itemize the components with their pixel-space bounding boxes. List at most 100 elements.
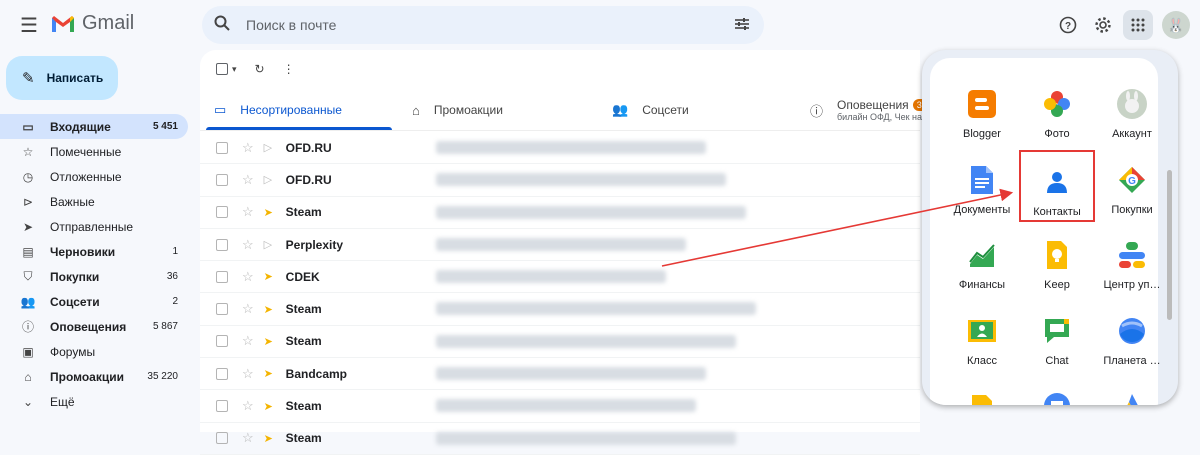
app-tile[interactable]: Финансы bbox=[944, 225, 1020, 297]
gmail-logo[interactable]: Gmail bbox=[50, 12, 134, 35]
important-marker-icon[interactable]: ➤ bbox=[264, 206, 276, 219]
email-row[interactable]: ☆ ▷ OFD.RU bbox=[200, 164, 920, 197]
star-icon[interactable]: ☆ bbox=[242, 398, 254, 414]
email-sender: Steam bbox=[285, 334, 322, 349]
settings-icon[interactable] bbox=[1088, 10, 1118, 40]
sidebar-item[interactable]: ⌄ Ещё bbox=[0, 389, 188, 414]
email-row[interactable]: ☆ ▷ Perplexity bbox=[200, 229, 920, 262]
row-checkbox[interactable] bbox=[216, 270, 228, 283]
search-input[interactable] bbox=[244, 16, 708, 34]
star-icon[interactable]: ☆ bbox=[242, 140, 254, 156]
important-marker-icon[interactable]: ➤ bbox=[264, 303, 276, 316]
tab-subtitle: билайн ОФД, Чек на bbox=[837, 112, 923, 122]
more-vert-icon[interactable]: ⋮ bbox=[283, 62, 295, 76]
email-row[interactable]: ☆ ➤ Steam bbox=[200, 390, 920, 423]
star-icon[interactable]: ☆ bbox=[242, 430, 254, 446]
sidebar-item[interactable]: ➤ Отправленные bbox=[0, 214, 188, 239]
important-marker-icon[interactable]: ▷ bbox=[264, 141, 276, 154]
top-right-icons: ? 🐰 bbox=[1053, 10, 1200, 40]
sidebar-item-label: Отложенные bbox=[50, 169, 122, 184]
app-label: Класс bbox=[967, 355, 997, 367]
app-tile[interactable]: Blogger bbox=[944, 74, 1020, 146]
apps-grid-icon[interactable] bbox=[1123, 10, 1153, 40]
apps-scrollbar[interactable] bbox=[1167, 170, 1172, 320]
app-tile[interactable]: Chat bbox=[1019, 301, 1095, 373]
app-tile[interactable]: Планета … bbox=[1094, 301, 1170, 373]
app-tile[interactable]: Класс bbox=[944, 301, 1020, 373]
row-checkbox[interactable] bbox=[216, 141, 228, 154]
sidebar-item[interactable]: ▤ Черновики 1 bbox=[0, 239, 188, 264]
app-tile[interactable]: Keep bbox=[1019, 225, 1095, 297]
row-checkbox[interactable] bbox=[216, 367, 228, 380]
star-icon[interactable]: ☆ bbox=[242, 366, 254, 382]
search-icon[interactable] bbox=[214, 15, 230, 36]
sidebar-item[interactable]: ▣ Форумы bbox=[0, 339, 188, 364]
tab-label: Соцсети bbox=[642, 103, 689, 117]
row-checkbox[interactable] bbox=[216, 206, 228, 219]
tab-label: Несортированные bbox=[240, 103, 342, 117]
star-icon[interactable]: ☆ bbox=[242, 333, 254, 349]
important-marker-icon[interactable]: ➤ bbox=[264, 270, 276, 283]
search-bar[interactable] bbox=[202, 6, 764, 44]
row-checkbox[interactable] bbox=[216, 335, 228, 348]
sidebar-item[interactable]: ⊳ Важные bbox=[0, 189, 188, 214]
arts-icon bbox=[1041, 390, 1073, 405]
app-tile[interactable] bbox=[1019, 376, 1095, 405]
email-row[interactable]: ☆ ➤ Steam bbox=[200, 197, 920, 229]
pencil-icon: ✎ bbox=[22, 70, 35, 87]
email-row[interactable]: ☆ ➤ Steam bbox=[200, 293, 920, 326]
star-icon[interactable]: ☆ bbox=[242, 172, 254, 188]
app-tile[interactable]: Фото bbox=[1019, 74, 1095, 146]
app-tile[interactable]: Центр уп… bbox=[1094, 225, 1170, 297]
sidebar-item-label: Черновики bbox=[50, 244, 116, 259]
important-marker-icon[interactable]: ➤ bbox=[264, 400, 276, 413]
email-row[interactable]: ☆ ➤ Steam bbox=[200, 326, 920, 359]
tab-3[interactable]: ⓘОповещения39билайн ОФД, Чек на bbox=[796, 90, 931, 130]
sidebar-item[interactable]: ⓘ Оповещения 5 867 bbox=[0, 314, 188, 339]
app-tile[interactable] bbox=[944, 376, 1020, 405]
star-icon[interactable]: ☆ bbox=[242, 237, 254, 253]
important-marker-icon[interactable]: ➤ bbox=[264, 367, 276, 380]
app-tile[interactable]: Документы bbox=[944, 150, 1020, 222]
refresh-icon[interactable]: ↻ bbox=[255, 62, 265, 76]
tab-0[interactable]: ▭ Несортированные bbox=[200, 90, 398, 130]
important-marker-icon[interactable]: ➤ bbox=[264, 432, 276, 445]
help-icon[interactable]: ? bbox=[1053, 10, 1083, 40]
email-sender: OFD.RU bbox=[285, 172, 332, 187]
sidebar-item[interactable]: ⌂ Промоакции 35 220 bbox=[0, 364, 188, 389]
top-bar: ☰ Gmail ? 🐰 bbox=[0, 0, 1200, 50]
tab-1[interactable]: ⌂ Промоакции bbox=[398, 90, 598, 130]
star-icon[interactable]: ☆ bbox=[242, 204, 254, 220]
sidebar-item[interactable]: ▭ Входящие 5 451 bbox=[0, 114, 188, 139]
app-tile[interactable]: G Покупки bbox=[1094, 150, 1170, 222]
email-row[interactable]: ☆ ▷ OFD.RU bbox=[200, 132, 920, 165]
hamburger-icon[interactable]: ☰ bbox=[18, 14, 40, 37]
important-marker-icon[interactable]: ➤ bbox=[264, 335, 276, 348]
sidebar-item[interactable]: 👥 Соцсети 2 bbox=[0, 289, 188, 314]
sidebar-nav: ▭ Входящие 5 451 ☆ Помеченные ◷ Отложенные ⊳ Важ… bbox=[0, 114, 188, 414]
row-checkbox[interactable] bbox=[216, 400, 228, 413]
star-icon[interactable]: ☆ bbox=[242, 301, 254, 317]
sidebar-item[interactable]: ⛉ Покупки 36 bbox=[0, 264, 188, 289]
important-marker-icon[interactable]: ▷ bbox=[264, 173, 276, 186]
app-tile[interactable]: Контакты bbox=[1019, 150, 1095, 222]
row-checkbox[interactable] bbox=[216, 432, 228, 445]
sidebar-item[interactable]: ☆ Помеченные bbox=[0, 139, 188, 164]
avatar[interactable]: 🐰 bbox=[1162, 11, 1190, 39]
important-marker-icon[interactable]: ▷ bbox=[264, 238, 276, 251]
tab-2[interactable]: 👥 Соцсети bbox=[598, 90, 796, 130]
select-all-checkbox[interactable]: ▾ bbox=[216, 63, 237, 75]
email-row[interactable]: ☆ ➤ Steam bbox=[200, 423, 920, 455]
row-checkbox[interactable] bbox=[216, 173, 228, 186]
sidebar-item[interactable]: ◷ Отложенные bbox=[0, 164, 188, 189]
earth-icon bbox=[1116, 315, 1148, 347]
app-tile[interactable]: Аккаунт bbox=[1094, 74, 1170, 146]
star-icon[interactable]: ☆ bbox=[242, 269, 254, 285]
email-row[interactable]: ☆ ➤ Bandcamp bbox=[200, 358, 920, 391]
row-checkbox[interactable] bbox=[216, 238, 228, 251]
row-checkbox[interactable] bbox=[216, 303, 228, 316]
compose-button[interactable]: ✎ Написать bbox=[6, 56, 118, 100]
app-tile[interactable] bbox=[1094, 376, 1170, 405]
search-options-icon[interactable] bbox=[734, 16, 750, 37]
email-row[interactable]: ☆ ➤ CDEK bbox=[200, 261, 920, 294]
